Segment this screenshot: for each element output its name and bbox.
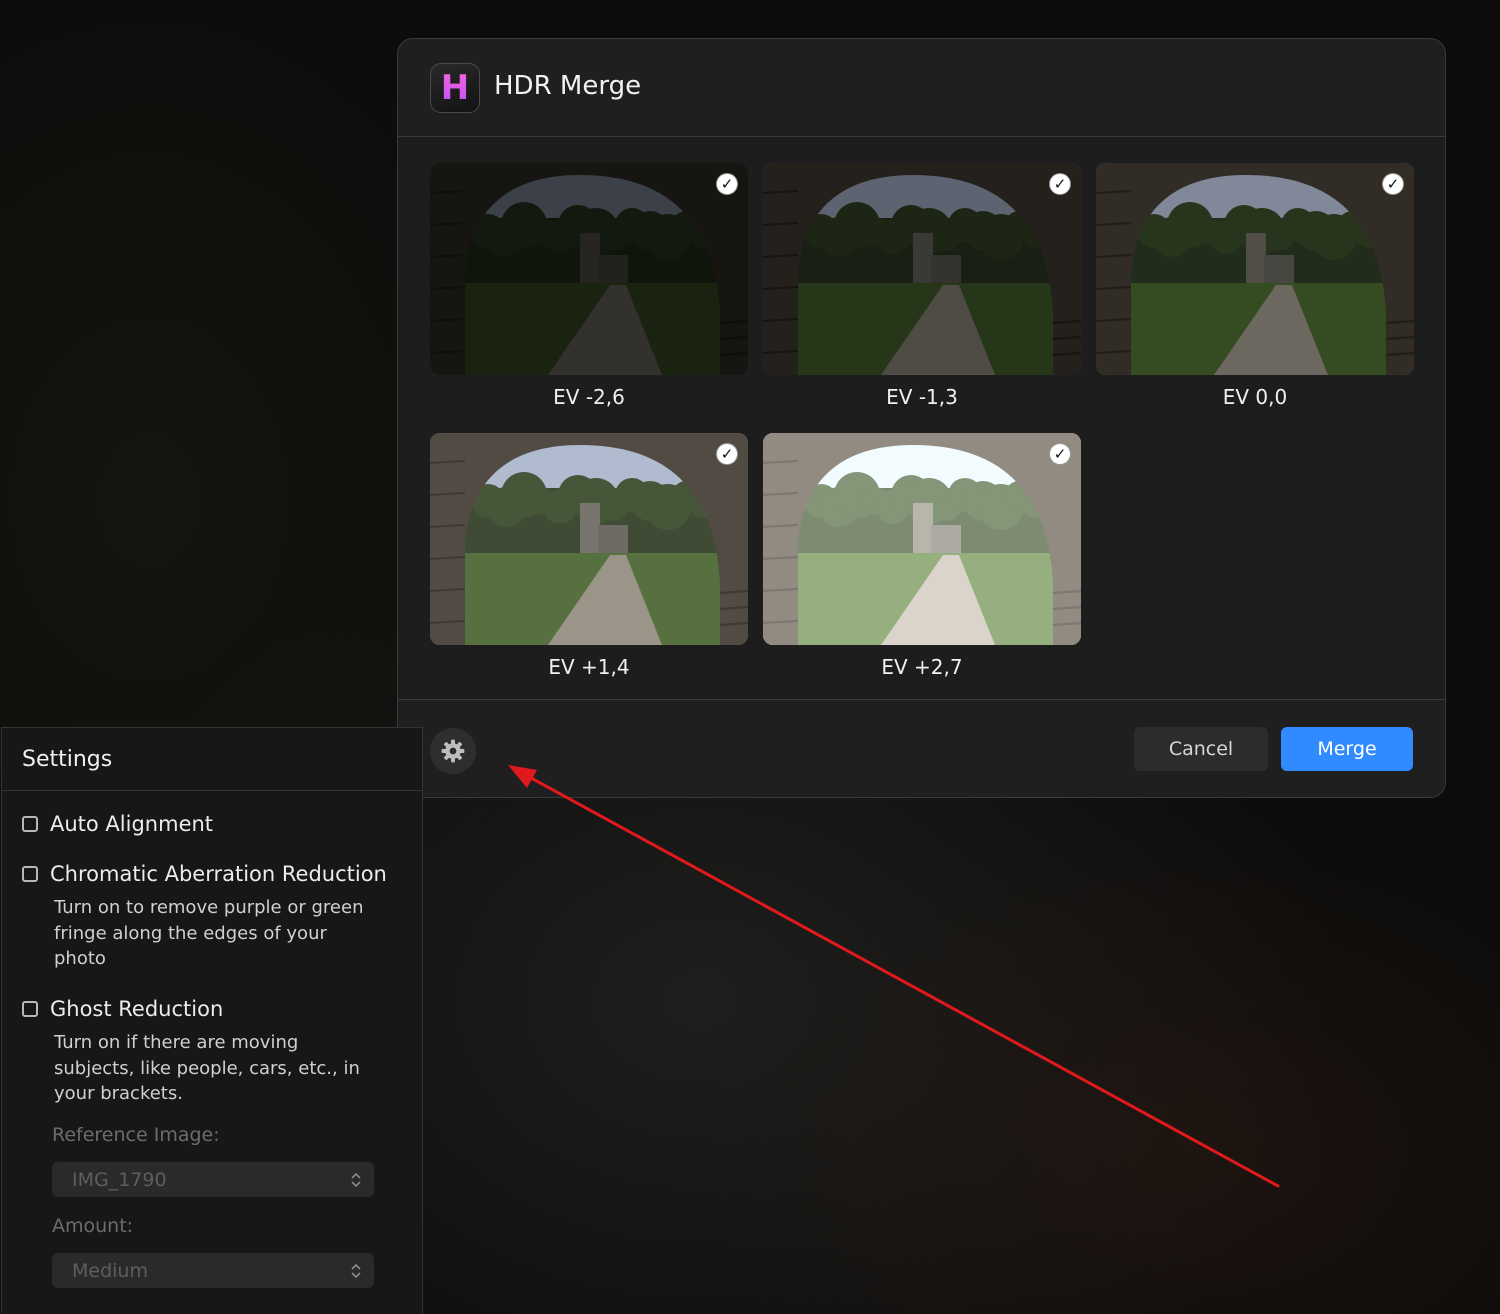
option-description: Turn on if there are moving subjects, li… — [54, 1032, 360, 1104]
checkmark-icon[interactable]: ✓ — [716, 443, 738, 465]
bracket-thumbnail[interactable]: ✓ — [430, 163, 748, 375]
bracket-thumbnail[interactable]: ✓ — [763, 163, 1081, 375]
exposure-label: EV -1,3 — [886, 385, 958, 409]
option-label: Chromatic Aberration Reduction — [50, 862, 387, 886]
auto-alignment-checkbox[interactable]: Auto Alignment — [22, 812, 213, 836]
checkmark-icon[interactable]: ✓ — [1382, 173, 1404, 195]
checkbox-box[interactable] — [22, 1001, 38, 1017]
merge-button[interactable]: Merge — [1281, 727, 1413, 771]
tower-ruin — [580, 503, 600, 558]
updown-chevron-icon — [351, 1172, 361, 1188]
photo-arch-scene — [430, 163, 748, 375]
tower-ruin — [913, 503, 933, 558]
checkmark-icon[interactable]: ✓ — [1049, 173, 1071, 195]
reference-image-select[interactable]: IMG_1790 — [52, 1162, 374, 1197]
app-icon-letter: H — [431, 64, 479, 112]
tower-ruin — [580, 233, 600, 288]
exposure-label: EV +1,4 — [548, 655, 630, 679]
tower-ruin — [913, 233, 933, 288]
amount-label: Amount: — [52, 1215, 134, 1237]
select-value: Medium — [72, 1259, 148, 1282]
settings-title: Settings — [22, 747, 113, 772]
photo-arch-scene — [763, 163, 1081, 375]
ghost-reduction-checkbox[interactable]: Ghost Reduction — [22, 997, 223, 1021]
photo-arch-scene — [430, 433, 748, 645]
dialog-title: HDR Merge — [494, 71, 642, 101]
checkbox-box[interactable] — [22, 866, 38, 882]
bracket-thumbnail[interactable]: ✓ — [430, 433, 748, 645]
bracket-thumbnail[interactable]: ✓ — [1096, 163, 1414, 375]
checkmark-icon[interactable]: ✓ — [1049, 443, 1071, 465]
exposure-label: EV +2,7 — [881, 655, 963, 679]
gear-icon — [441, 739, 465, 763]
checkbox-box[interactable] — [22, 816, 38, 832]
hdr-app-icon: H — [430, 63, 480, 113]
exposure-label: EV -2,6 — [553, 385, 625, 409]
tower-ruin — [1246, 233, 1266, 288]
option-label: Ghost Reduction — [50, 997, 224, 1021]
option-label: Auto Alignment — [50, 812, 214, 836]
photo-arch-scene — [1096, 163, 1414, 375]
photo-arch-scene — [763, 433, 1081, 645]
settings-gear-button[interactable] — [430, 728, 476, 774]
updown-chevron-icon — [351, 1263, 361, 1279]
bracket-thumbnail[interactable]: ✓ — [763, 433, 1081, 645]
reference-image-label: Reference Image: — [52, 1124, 220, 1146]
cancel-button[interactable]: Cancel — [1134, 727, 1268, 771]
settings-divider — [2, 790, 422, 791]
hdr-merge-dialog: H HDR Merge ✓ EV -2,6 ✓ EV -1,3 ✓ EV 0,0… — [397, 38, 1446, 798]
exposure-label: EV 0,0 — [1222, 385, 1288, 409]
select-value: IMG_1790 — [72, 1168, 167, 1191]
option-description: Turn on to remove purple or green fringe… — [54, 897, 364, 969]
settings-panel: Settings Auto Alignment Chromatic Aberra… — [1, 727, 423, 1314]
checkmark-icon[interactable]: ✓ — [716, 173, 738, 195]
amount-select[interactable]: Medium — [52, 1253, 374, 1288]
chromatic-aberration-checkbox[interactable]: Chromatic Aberration Reduction — [22, 862, 387, 886]
dialog-header: H HDR Merge — [398, 39, 1445, 137]
dialog-footer: Cancel Merge — [398, 699, 1445, 797]
